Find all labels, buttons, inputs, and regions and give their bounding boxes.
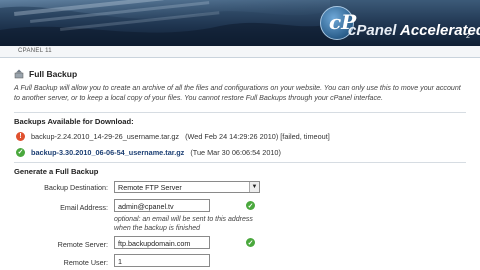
chevron-down-icon[interactable]: ▼: [249, 182, 259, 192]
page-title: Full Backup: [29, 69, 78, 79]
backup-meta: (Tue Mar 30 06:06:54 2010): [190, 147, 281, 157]
backup-meta: (Wed Feb 24 14:29:26 2010) [failed, time…: [185, 131, 330, 141]
divider: [14, 162, 466, 163]
remote-server-field[interactable]: ftp.backupdomain.com: [114, 236, 210, 249]
downloads-heading: Backups Available for Download:: [14, 117, 134, 126]
valid-check-icon: ✓: [246, 201, 255, 210]
logo-version: 2: [466, 33, 470, 40]
valid-check-icon: ✓: [246, 238, 255, 247]
destination-label: Backup Destination:: [44, 183, 108, 192]
cpanel-logo[interactable]: cP cPanel Accelerated 2: [312, 4, 480, 42]
header-banner: cP cPanel Accelerated 2: [0, 0, 480, 46]
list-item: ✓ backup-3.30.2010_06-06-54_username.tar…: [16, 146, 281, 158]
email-field[interactable]: admin@cpanel.tv: [114, 199, 210, 212]
backup-download-link[interactable]: backup-3.30.2010_06-06-54_username.tar.g…: [31, 148, 184, 157]
backup-icon: [14, 69, 24, 79]
success-icon: ✓: [16, 147, 25, 157]
nav-strip: CPANEL 11: [0, 46, 480, 58]
email-note: optional: an email will be sent to this …: [114, 216, 253, 232]
backup-download-link[interactable]: backup-2.24.2010_14-29-26_username.tar.g…: [31, 132, 179, 141]
list-item: ! backup-2.24.2010_14-29-26_username.tar…: [16, 130, 330, 142]
generate-heading: Generate a Full Backup: [14, 167, 99, 176]
backup-destination-select[interactable]: Remote FTP Server ▼: [114, 181, 260, 193]
error-icon: !: [16, 131, 25, 141]
remote-user-field[interactable]: 1: [114, 254, 210, 267]
page-title-row: Full Backup: [14, 68, 77, 80]
nav-home-link[interactable]: CPANEL 11: [18, 48, 52, 54]
remote-server-label: Remote Server:: [57, 240, 108, 249]
page-description: A Full Backup will allow you to create a…: [14, 84, 461, 102]
remote-user-label: Remote User:: [63, 258, 108, 267]
email-label: Email Address:: [60, 203, 108, 212]
divider: [14, 112, 466, 113]
logo-text: cPanel Accelerated: [348, 22, 480, 39]
